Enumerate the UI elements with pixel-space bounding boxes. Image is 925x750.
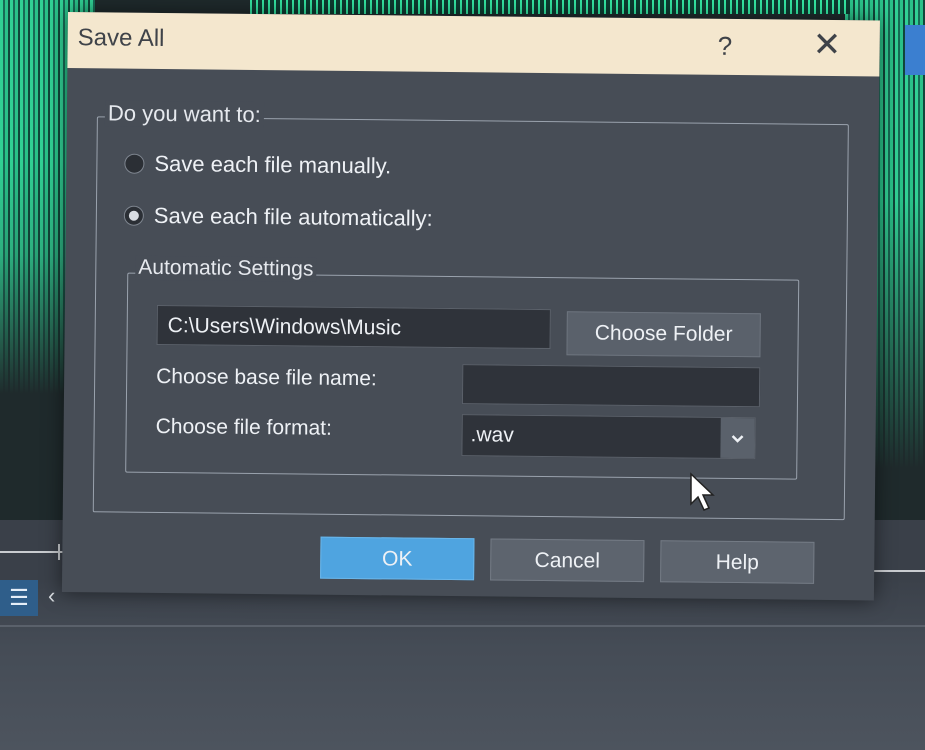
file-format-label: Choose file format: (155, 414, 333, 440)
radio-automatic-indicator[interactable] (123, 205, 144, 226)
editor-panel-edge (905, 25, 925, 75)
close-icon[interactable]: ✕ (812, 26, 841, 64)
help-icon[interactable]: ? (718, 31, 733, 62)
waveform-top (250, 0, 850, 14)
radio-save-automatically[interactable]: Save each file automatically: (123, 202, 433, 232)
dialog-title: Save All (77, 24, 165, 53)
options-legend: Do you want to: (104, 100, 264, 129)
folder-path-field[interactable]: C:\Users\Windows\Music (156, 304, 551, 350)
base-name-label: Choose base file name: (156, 364, 377, 391)
cancel-button[interactable]: Cancel (490, 538, 645, 583)
save-all-dialog: Save All ? ✕ Do you want to: Save each f… (61, 12, 880, 601)
timeline-tick-left (58, 544, 60, 560)
editor-bottom-panel (0, 580, 925, 750)
automatic-settings-legend: Automatic Settings (135, 255, 317, 282)
radio-automatic-label: Save each file automatically: (153, 202, 433, 231)
file-format-value: .wav (470, 423, 514, 447)
list-icon[interactable]: ☰ (0, 580, 38, 616)
base-name-input[interactable] (461, 364, 761, 408)
chevron-down-icon[interactable] (720, 417, 755, 459)
ok-button[interactable]: OK (320, 536, 475, 581)
radio-manual-label: Save each file manually. (154, 150, 392, 179)
file-format-select[interactable]: .wav (461, 414, 756, 460)
bottom-divider (0, 625, 925, 627)
help-button[interactable]: Help (660, 540, 815, 584)
radio-save-manually[interactable]: Save each file manually. (124, 151, 391, 180)
choose-folder-button[interactable]: Choose Folder (566, 311, 761, 358)
dialog-titlebar[interactable]: Save All ? ✕ (67, 12, 880, 77)
chevron-left-icon[interactable]: ‹ (48, 584, 55, 608)
radio-manual-indicator[interactable] (124, 153, 145, 174)
mouse-cursor-icon (690, 472, 715, 511)
